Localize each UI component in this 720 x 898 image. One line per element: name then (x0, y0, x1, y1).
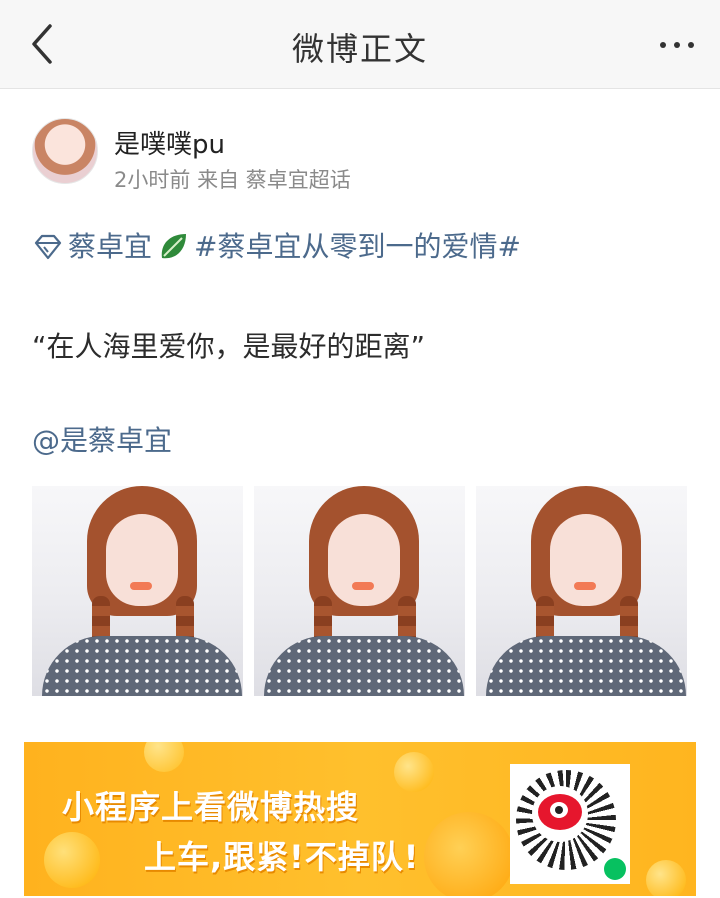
post-header: 是噗噗pu 2小时前 来自 蔡卓宜超话 (32, 116, 692, 196)
post-photo-3[interactable] (476, 486, 687, 696)
top-nav-bar: 微博正文 (0, 0, 720, 89)
post-photo-1[interactable] (32, 486, 243, 696)
post-time: 2小时前 (114, 168, 191, 192)
mention-link[interactable]: @是蔡卓宜 (32, 416, 692, 466)
author-name[interactable]: 是噗噗pu (114, 124, 225, 161)
qr-code-icon (510, 764, 630, 884)
hashtag-link[interactable]: #蔡卓宜从零到一的爱情# (194, 222, 521, 272)
post-body: 蔡卓宜 #蔡卓宜从零到一的爱情# “在人海里爱你，是最好的距离” @是蔡卓宜 (32, 222, 692, 466)
from-label: 来自 (197, 168, 240, 192)
leaf-emoji-icon (161, 234, 187, 259)
decor-weibo-shape (424, 812, 514, 896)
avatar[interactable] (32, 118, 98, 184)
banner-subline: 上车,跟紧!不掉队! (144, 838, 420, 876)
photo-grid (32, 486, 688, 696)
decor-bubble (394, 752, 434, 792)
decor-bubble (646, 860, 686, 896)
more-dots-icon[interactable] (658, 26, 698, 62)
post-quote: “在人海里爱你，是最好的距离” (32, 330, 426, 363)
mini-program-banner[interactable]: 小程序上看微博热搜 上车,跟紧!不掉队! (24, 742, 696, 896)
decor-bubble (44, 832, 100, 888)
post-source[interactable]: 蔡卓宜超话 (246, 168, 351, 192)
post-meta: 2小时前 来自 蔡卓宜超话 (114, 164, 351, 194)
topic-line: 蔡卓宜 #蔡卓宜从零到一的爱情# (32, 222, 692, 272)
diamond-icon (34, 234, 62, 260)
banner-headline: 小程序上看微博热搜 (62, 788, 360, 826)
decor-bubble (144, 742, 184, 772)
page-title: 微博正文 (291, 30, 428, 68)
topic-link[interactable]: 蔡卓宜 (68, 222, 152, 272)
post-photo-2[interactable] (254, 486, 465, 696)
